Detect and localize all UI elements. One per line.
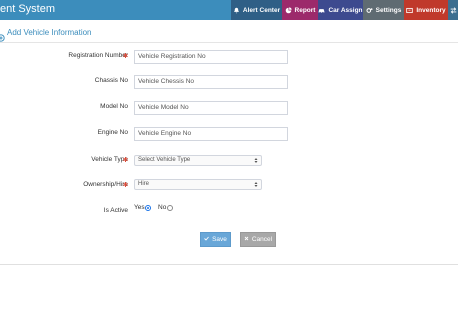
app-title: ent System — [0, 3, 56, 15]
nav-alert-center-label: Alert Center — [242, 6, 281, 14]
ownership-select[interactable]: Hire — [134, 179, 262, 190]
nav-settings-label: Settings — [375, 6, 402, 14]
registration-input[interactable]: Vehicle Registration No — [134, 50, 288, 64]
chassis-label: Chassis No — [94, 77, 128, 84]
cancel-button-label: Cancel — [251, 236, 273, 243]
select-arrows-icon — [254, 157, 258, 164]
top-navbar: ent System Alert Center Report Car Assig… — [0, 0, 458, 20]
nav-alert-center[interactable]: Alert Center — [231, 0, 282, 20]
bell-icon — [233, 7, 240, 14]
model-label: Model No — [100, 103, 128, 110]
pie-chart-icon — [285, 6, 292, 14]
vehicle-type-selected: Select Vehicle Type — [138, 157, 191, 163]
is-active-yes-radio[interactable] — [145, 205, 151, 211]
page-footer-area — [0, 265, 458, 322]
nav-car-assign[interactable]: Car Assign — [318, 0, 363, 20]
close-icon — [244, 236, 249, 243]
exchange-icon — [450, 6, 457, 14]
cancel-button[interactable]: Cancel — [240, 232, 276, 247]
save-button-label: Save — [212, 236, 227, 243]
ownership-selected: Hire — [138, 181, 150, 187]
engine-label: Engine No — [97, 129, 128, 136]
required-asterisk-icon — [123, 157, 128, 162]
nav-more[interactable] — [448, 0, 458, 20]
panel-header: Add Vehicle Information — [0, 25, 458, 43]
is-active-label: Is Active — [103, 207, 128, 214]
gears-icon — [366, 7, 373, 14]
select-arrows-icon — [254, 181, 258, 188]
save-button[interactable]: Save — [200, 232, 231, 247]
nav-settings[interactable]: Settings — [363, 0, 404, 20]
model-input[interactable]: Vehicle Model No — [134, 101, 288, 115]
registration-label: Registration Number — [68, 52, 128, 59]
is-active-yes-label: Yes — [134, 204, 145, 211]
nav-car-assign-label: Car Assign — [328, 6, 363, 14]
nav-inventory[interactable]: Inventory — [404, 0, 448, 20]
is-active-no-label: No — [158, 204, 167, 211]
vehicle-type-select[interactable]: Select Vehicle Type — [134, 155, 262, 166]
required-asterisk-icon — [123, 182, 128, 187]
circle-plus-icon — [0, 29, 5, 42]
is-active-no-radio[interactable] — [167, 205, 173, 211]
engine-input[interactable]: Vehicle Engine No — [134, 127, 288, 141]
inventory-icon — [406, 7, 414, 14]
nav-inventory-label: Inventory — [416, 6, 446, 14]
check-icon — [204, 236, 209, 243]
nav-report-label: Report — [294, 6, 316, 14]
required-asterisk-icon — [123, 53, 128, 58]
chassis-input[interactable]: Vehicle Chessis No — [134, 75, 288, 89]
car-icon — [318, 7, 325, 14]
nav-report[interactable]: Report — [282, 0, 318, 20]
panel-title: Add Vehicle Information — [7, 28, 92, 37]
ownership-label: Ownership/Hire — [83, 181, 128, 188]
